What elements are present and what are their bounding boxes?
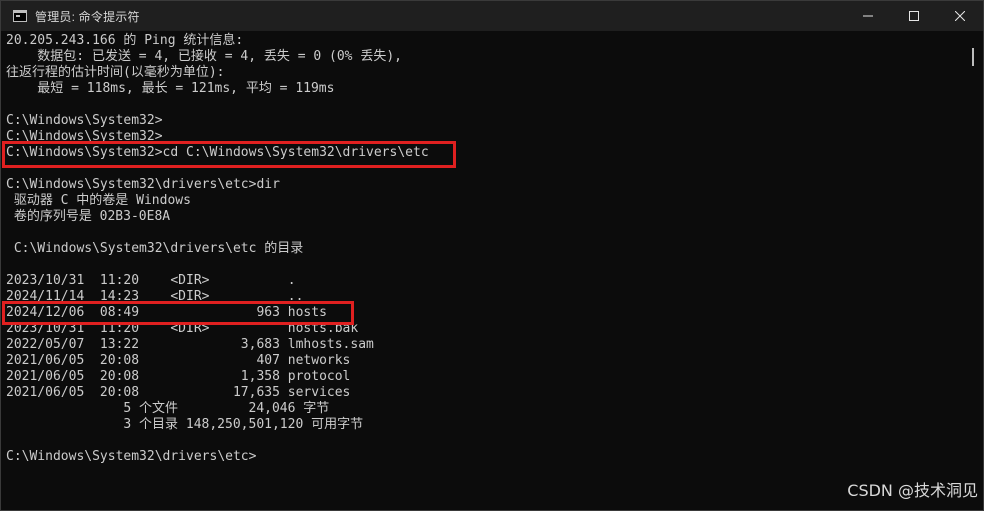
highlight-box-cd-command bbox=[2, 141, 456, 168]
window-title: 管理员: 命令提示符 bbox=[35, 9, 140, 24]
console-output[interactable]: 20.205.243.166 的 Ping 统计信息: 数据包: 已发送 = 4… bbox=[1, 31, 965, 510]
console-line: 数据包: 已发送 = 4, 已接收 = 4, 丢失 = 0 (0% 丢失), bbox=[6, 49, 402, 64]
watermark: CSDN @技术洞见 bbox=[847, 481, 978, 500]
maximize-button[interactable] bbox=[891, 1, 937, 31]
minimize-icon bbox=[863, 15, 873, 17]
console-line: C:\Windows\System32\drivers\etc 的目录 bbox=[6, 241, 304, 256]
console-line: 3 个目录 148,250,501,120 可用字节 bbox=[6, 417, 364, 432]
console-line: 最短 = 118ms, 最长 = 121ms, 平均 = 119ms bbox=[6, 81, 335, 96]
console-line: 往返行程的估计时间(以毫秒为单位): bbox=[6, 65, 225, 80]
vertical-scrollbar[interactable] bbox=[963, 31, 983, 510]
console-line: 2021/06/05 20:08 407 networks bbox=[6, 353, 351, 368]
title-bar[interactable]: 管理员: 命令提示符 bbox=[1, 1, 983, 31]
close-icon bbox=[955, 11, 965, 21]
minimize-button[interactable] bbox=[845, 1, 891, 31]
window-controls bbox=[845, 1, 983, 31]
maximize-icon bbox=[909, 11, 919, 21]
console-line: 驱动器 C 中的卷是 Windows bbox=[6, 193, 191, 208]
console-line: 卷的序列号是 02B3-0E8A bbox=[6, 209, 171, 224]
console-line: 2021/06/05 20:08 1,358 protocol bbox=[6, 369, 351, 384]
console-line: C:\Windows\System32> bbox=[6, 113, 163, 128]
console-line: 5 个文件 24,046 字节 bbox=[6, 401, 330, 416]
highlight-box-hosts-file bbox=[2, 301, 354, 325]
close-button[interactable] bbox=[937, 1, 983, 31]
command-prompt-window: 管理员: 命令提示符 20.205.243.166 的 Ping 统计信息: 数… bbox=[0, 0, 984, 511]
console-line: 2023/10/31 11:20 <DIR> . bbox=[6, 273, 296, 288]
console-icon bbox=[13, 10, 27, 22]
console-line: 2021/06/05 20:08 17,635 services bbox=[6, 385, 351, 400]
console-line: 2022/05/07 13:22 3,683 lmhosts.sam bbox=[6, 337, 374, 352]
console-line: C:\Windows\System32\drivers\etc> bbox=[6, 449, 257, 464]
console-line: 20.205.243.166 的 Ping 统计信息: bbox=[6, 33, 244, 48]
console-line: C:\Windows\System32\drivers\etc>dir bbox=[6, 177, 280, 192]
scrollbar-thumb[interactable] bbox=[972, 48, 974, 66]
